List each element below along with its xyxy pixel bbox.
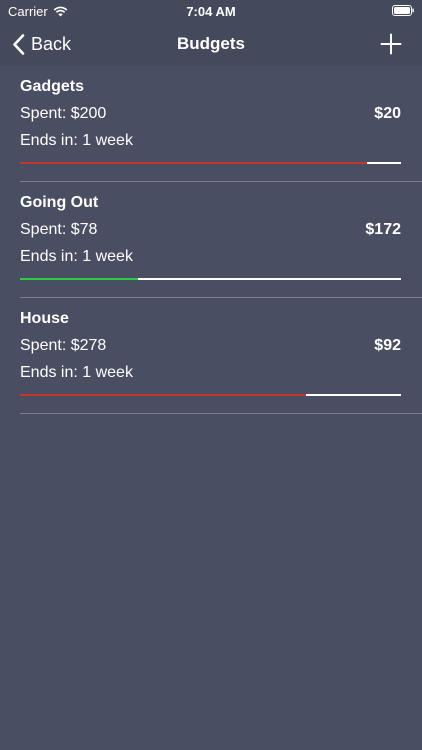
battery-icon [392, 5, 414, 16]
budget-row[interactable]: House Spent: $278 $92 Ends in: 1 week [20, 298, 422, 414]
budget-row[interactable]: Going Out Spent: $78 $172 Ends in: 1 wee… [20, 182, 422, 298]
budget-spent: Spent: $78 [20, 221, 98, 238]
budget-progress-bar [20, 162, 401, 164]
navigation-bar: Back Budgets [0, 22, 422, 66]
budget-remaining: $92 [374, 337, 401, 354]
budget-remaining: $172 [365, 221, 401, 238]
budget-list: Gadgets Spent: $200 $20 Ends in: 1 week … [0, 66, 422, 414]
budget-progress-fill [20, 278, 139, 280]
budget-progress-fill [20, 162, 367, 164]
budget-row[interactable]: Gadgets Spent: $200 $20 Ends in: 1 week [20, 66, 422, 182]
budget-progress-bar [20, 394, 401, 396]
budget-progress-fill [20, 394, 306, 396]
budget-progress-bar [20, 278, 401, 280]
budget-ends: Ends in: 1 week [20, 248, 133, 265]
budget-remaining: $20 [374, 105, 401, 122]
budget-spent: Spent: $278 [20, 337, 107, 354]
budget-ends: Ends in: 1 week [20, 132, 133, 149]
budget-ends: Ends in: 1 week [20, 364, 133, 381]
budget-name: Gadgets [20, 78, 85, 95]
budget-spent: Spent: $200 [20, 105, 107, 122]
status-time: 7:04 AM [186, 4, 236, 19]
budget-name: Going Out [20, 194, 99, 211]
status-bar: Carrier 7:04 AM [0, 0, 422, 22]
plus-icon[interactable] [380, 33, 402, 55]
budget-name: House [20, 310, 69, 327]
page-title: Budgets [177, 34, 245, 53]
